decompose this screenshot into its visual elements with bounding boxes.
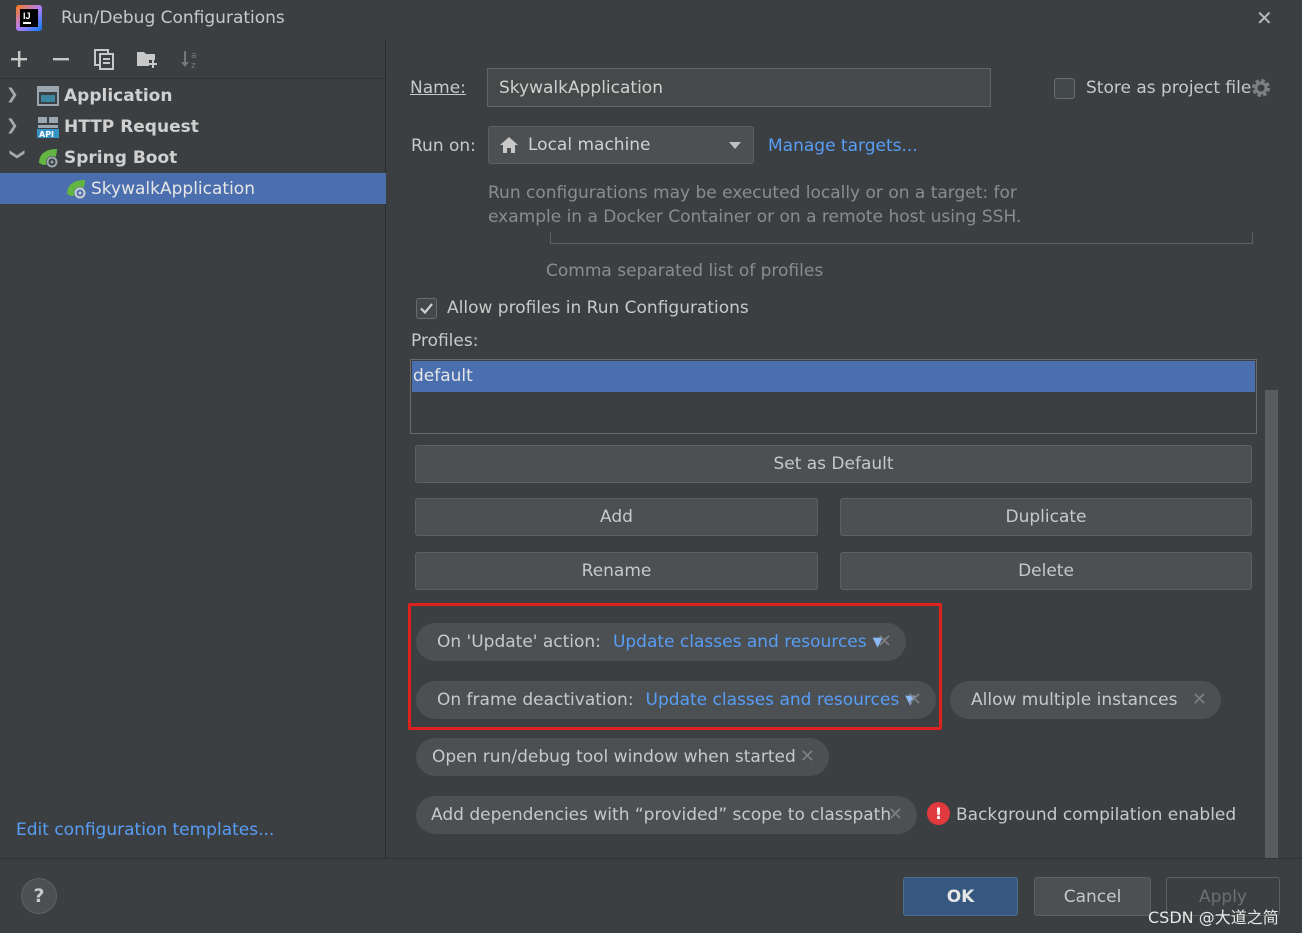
close-window-button[interactable]: ✕ bbox=[1256, 6, 1273, 30]
run-on-hint-line-2: example in a Docker Container or on a re… bbox=[488, 207, 1022, 227]
run-on-select[interactable]: Local machine bbox=[488, 126, 754, 164]
help-button[interactable]: ? bbox=[21, 878, 57, 914]
duplicate-profile-button[interactable]: Duplicate bbox=[840, 498, 1252, 536]
chevron-down-icon bbox=[729, 142, 741, 149]
spring-boot-app-icon bbox=[67, 180, 86, 199]
watermark-text: CSDN @大道之简 bbox=[1148, 908, 1279, 927]
name-input[interactable] bbox=[487, 68, 991, 107]
tree-item-http-request[interactable]: ❯ API HTTP Request bbox=[0, 111, 386, 142]
title-bar: IJ Run/Debug Configurations ✕ bbox=[0, 0, 1302, 40]
allow-profiles-label: Allow profiles in Run Configurations bbox=[447, 298, 749, 318]
home-icon bbox=[500, 137, 518, 153]
store-project-file-checkbox[interactable] bbox=[1054, 78, 1075, 99]
copy-config-icon[interactable] bbox=[91, 46, 117, 72]
api-icon: API bbox=[37, 117, 59, 139]
run-on-value: Local machine bbox=[528, 135, 651, 155]
svg-text:API: API bbox=[39, 130, 54, 139]
check-icon bbox=[420, 303, 433, 315]
ok-button[interactable]: OK bbox=[903, 877, 1018, 916]
application-icon bbox=[37, 86, 59, 106]
svg-text:z: z bbox=[191, 61, 196, 70]
add-profile-button[interactable]: Add bbox=[415, 498, 818, 536]
rename-profile-button[interactable]: Rename bbox=[415, 552, 818, 590]
add-config-icon[interactable] bbox=[6, 46, 32, 72]
tree-item-skywalk-application[interactable]: SkywalkApplication bbox=[0, 173, 386, 204]
gear-icon[interactable] bbox=[1249, 76, 1273, 100]
list-item[interactable]: default bbox=[412, 361, 1255, 392]
config-tree-panel: az ❯ Application ❯ API HTTP Request ❯ Sp… bbox=[0, 40, 386, 858]
add-dependencies-option[interactable]: Add dependencies with “provided” scope t… bbox=[416, 796, 917, 834]
tree-item-label: SkywalkApplication bbox=[91, 178, 255, 199]
chevron-right-icon[interactable]: ❯ bbox=[6, 116, 24, 136]
chevron-right-icon[interactable]: ❯ bbox=[6, 85, 24, 105]
allow-profiles-checkbox[interactable] bbox=[416, 298, 437, 319]
allow-multiple-instances-option[interactable]: Allow multiple instances ✕ bbox=[950, 681, 1221, 719]
new-folder-icon[interactable] bbox=[134, 46, 160, 72]
profiles-label: Profiles: bbox=[411, 331, 479, 351]
tree-item-label: HTTP Request bbox=[64, 116, 199, 137]
tree-toolbar: az bbox=[0, 40, 386, 79]
svg-text:IJ: IJ bbox=[23, 11, 31, 21]
name-label: Name: bbox=[410, 78, 466, 98]
manage-targets-link[interactable]: Manage targets... bbox=[768, 136, 918, 156]
config-form-panel: Name: Store as project file Run on: Loca… bbox=[387, 40, 1302, 858]
sort-alphabetically-icon[interactable]: az bbox=[177, 46, 203, 72]
remove-config-icon[interactable] bbox=[48, 46, 74, 72]
chevron-down-icon[interactable]: ❯ bbox=[7, 148, 27, 166]
background-compilation-label: Background compilation enabled bbox=[956, 805, 1237, 825]
allow-multiple-label: Allow multiple instances bbox=[971, 690, 1178, 710]
tree-item-label: Application bbox=[64, 85, 173, 106]
dialog-footer: ? OK Cancel Apply CSDN @大道之简 bbox=[0, 858, 1302, 933]
tree-item-spring-boot[interactable]: ❯ Spring Boot bbox=[0, 142, 386, 173]
edit-templates-link[interactable]: Edit configuration templates... bbox=[16, 820, 274, 840]
cancel-button[interactable]: Cancel bbox=[1034, 877, 1151, 916]
error-icon: ! bbox=[927, 802, 950, 825]
store-project-file-label: Store as project file bbox=[1086, 78, 1252, 98]
window-title: Run/Debug Configurations bbox=[61, 8, 285, 28]
close-icon[interactable]: ✕ bbox=[1192, 689, 1207, 710]
svg-text:a: a bbox=[191, 51, 197, 61]
intellij-logo-icon: IJ bbox=[16, 5, 42, 31]
spring-boot-icon bbox=[39, 149, 58, 168]
open-tool-window-label: Open run/debug tool window when started bbox=[432, 747, 796, 767]
tree-item-application[interactable]: ❯ Application bbox=[0, 80, 386, 111]
run-on-label: Run on: bbox=[411, 136, 476, 156]
run-on-hint-line-1: Run configurations may be executed local… bbox=[488, 183, 1017, 203]
highlight-annotation bbox=[408, 603, 942, 730]
profiles-hint: Comma separated list of profiles bbox=[546, 261, 824, 281]
close-icon[interactable]: ✕ bbox=[888, 804, 903, 825]
tree-item-label: Spring Boot bbox=[64, 147, 178, 168]
add-dependencies-label: Add dependencies with “provided” scope t… bbox=[431, 805, 892, 825]
profiles-list[interactable]: default bbox=[410, 359, 1257, 434]
delete-profile-button[interactable]: Delete bbox=[840, 552, 1252, 590]
close-icon[interactable]: ✕ bbox=[800, 746, 815, 767]
scrollbar[interactable] bbox=[1265, 390, 1278, 858]
active-profiles-field[interactable] bbox=[550, 232, 1253, 244]
set-as-default-button[interactable]: Set as Default bbox=[415, 445, 1252, 483]
open-tool-window-option[interactable]: Open run/debug tool window when started … bbox=[416, 738, 829, 776]
